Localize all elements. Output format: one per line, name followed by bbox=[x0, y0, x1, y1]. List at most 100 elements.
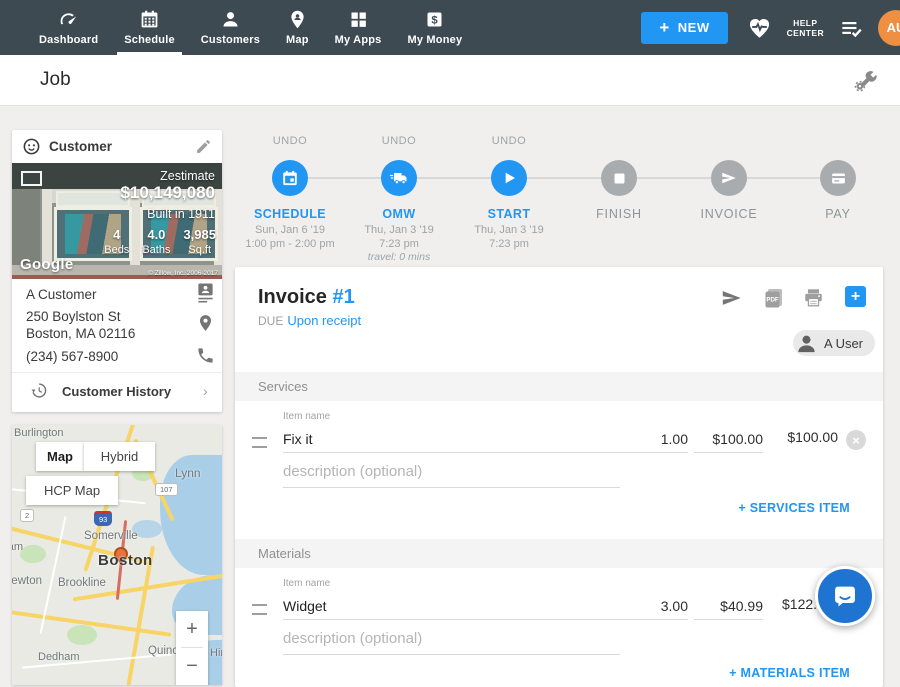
add-materials-item-link[interactable]: + MATERIALS ITEM bbox=[650, 666, 850, 680]
map-card[interactable]: Burlington Lynn 107 2 93 Somerville Walt… bbox=[12, 425, 222, 685]
invoice-step-button[interactable] bbox=[711, 160, 747, 196]
gauge-icon bbox=[58, 9, 79, 30]
map-label-dedham: Dedham bbox=[38, 651, 80, 663]
nav-map[interactable]: Map bbox=[273, 0, 322, 55]
input-underline bbox=[283, 619, 660, 620]
material-item-name-input[interactable]: Widget bbox=[283, 598, 327, 614]
start-step-button[interactable] bbox=[491, 160, 527, 196]
finish-step-button[interactable] bbox=[601, 160, 637, 196]
services-header: Services qty unit price amount bbox=[235, 372, 883, 401]
credit-card-icon bbox=[830, 170, 847, 187]
photo-frame-icon[interactable] bbox=[21, 171, 42, 186]
map-label-brookline: Brookline bbox=[58, 577, 106, 589]
undo-link[interactable]: UNDO bbox=[339, 135, 459, 149]
nav-schedule[interactable]: Schedule bbox=[111, 0, 188, 55]
job-tools-icon[interactable] bbox=[852, 68, 878, 94]
send-invoice-icon[interactable] bbox=[719, 287, 744, 309]
due-terms-link[interactable]: Upon receipt bbox=[287, 313, 361, 328]
divider bbox=[12, 372, 222, 373]
zoom-out-button[interactable]: − bbox=[176, 648, 208, 684]
route-2-shield: 2 bbox=[20, 509, 34, 522]
material-unit-price-input[interactable]: $40.99 bbox=[663, 598, 763, 614]
service-description-input[interactable]: description (optional) bbox=[283, 463, 422, 480]
map-label-newton: Newton bbox=[12, 575, 42, 587]
location-pin-icon[interactable] bbox=[196, 312, 215, 334]
chevron-right-icon[interactable]: › bbox=[203, 383, 208, 399]
zestimate-value: $10,149,080 bbox=[120, 183, 215, 203]
phone-icon[interactable] bbox=[196, 346, 215, 365]
timeline-step-start: UNDO START Thu, Jan 3 '19 7:23 pm bbox=[449, 132, 569, 251]
print-icon[interactable] bbox=[802, 287, 825, 309]
checklist-icon[interactable] bbox=[838, 15, 864, 41]
schedule-step-button[interactable] bbox=[272, 160, 308, 196]
nav-customers[interactable]: Customers bbox=[188, 0, 273, 55]
invoice-title: Invoice #1 bbox=[258, 286, 355, 309]
dollar-icon: $ bbox=[424, 9, 445, 30]
edit-pencil-icon[interactable] bbox=[195, 138, 212, 155]
input-underline bbox=[618, 452, 688, 453]
undo-link[interactable]: UNDO bbox=[230, 135, 350, 149]
add-services-item-link[interactable]: + SERVICES ITEM bbox=[650, 501, 850, 515]
nav-label: Dashboard bbox=[39, 34, 98, 46]
send-icon bbox=[720, 169, 738, 187]
property-photo: Zestimate $10,149,080 Built in 1911 4Bed… bbox=[12, 163, 222, 279]
user-avatar[interactable]: AU bbox=[878, 10, 900, 46]
pdf-icon[interactable]: PDF bbox=[762, 286, 786, 310]
assigned-user-chip[interactable]: A User bbox=[793, 330, 875, 356]
materials-header: Materials qty unit price amount bbox=[235, 539, 883, 568]
nav-label: My Money bbox=[408, 34, 463, 46]
grid-icon bbox=[348, 9, 369, 30]
built-year: Built in 1911 bbox=[147, 207, 215, 221]
timeline-step-omw: UNDO OMW Thu, Jan 3 '19 7:23 pm travel: … bbox=[339, 132, 459, 264]
nav-my-apps[interactable]: My Apps bbox=[322, 0, 395, 55]
hcp-map-button[interactable]: HCP Map bbox=[26, 476, 118, 505]
drag-handle[interactable] bbox=[252, 604, 267, 615]
chat-bubble-button[interactable] bbox=[815, 566, 875, 626]
material-description-input[interactable]: description (optional) bbox=[283, 630, 422, 647]
item-name-label: Item name bbox=[283, 411, 330, 422]
new-button[interactable]: + NEW bbox=[641, 12, 727, 44]
user-silhouette-icon bbox=[795, 332, 818, 355]
nav-dashboard[interactable]: Dashboard bbox=[26, 0, 111, 55]
contact-card-icon[interactable] bbox=[196, 282, 215, 304]
omw-step-button[interactable] bbox=[381, 160, 417, 196]
nav-my-money[interactable]: $ My Money bbox=[395, 0, 476, 55]
map-type-hybrid-button[interactable]: Hybrid bbox=[84, 442, 155, 471]
route-107-shield: 107 bbox=[155, 483, 178, 496]
remove-item-button[interactable]: × bbox=[846, 430, 866, 450]
timeline-step-pay: PAY bbox=[778, 132, 898, 221]
zillow-copyright: © Zillow, Inc. 2006-2017 bbox=[148, 270, 218, 277]
nav-label: Schedule bbox=[124, 34, 175, 46]
map-zoom-control: + − bbox=[176, 611, 208, 685]
play-icon bbox=[501, 170, 517, 186]
drag-handle[interactable] bbox=[252, 437, 267, 448]
history-icon bbox=[30, 382, 47, 399]
invoice-number: #1 bbox=[332, 286, 354, 308]
zoom-in-button[interactable]: + bbox=[176, 611, 208, 647]
plus-icon: + bbox=[659, 18, 669, 38]
customer-card-header: Customer bbox=[12, 130, 222, 164]
service-item-name-input[interactable]: Fix it bbox=[283, 431, 313, 447]
customer-history-link[interactable]: Customer History bbox=[62, 384, 171, 399]
help-center-link[interactable]: HELP CENTER bbox=[787, 18, 824, 38]
service-amount: $100.00 bbox=[748, 429, 838, 445]
input-underline bbox=[694, 452, 763, 453]
customer-address-1: 250 Boylston St bbox=[26, 309, 121, 324]
calendar-icon bbox=[139, 9, 160, 30]
customer-face-icon bbox=[22, 137, 41, 156]
person-icon bbox=[220, 9, 241, 30]
map-type-map-button[interactable]: Map bbox=[36, 442, 84, 471]
card-icon-button[interactable] bbox=[820, 160, 856, 196]
property-facts: 4Beds 4.0Baths 3,985Sq.ft bbox=[104, 227, 216, 256]
nav-label: My Apps bbox=[335, 34, 382, 46]
timeline-step-finish: FINISH bbox=[559, 132, 679, 221]
stop-icon bbox=[612, 171, 627, 186]
page-header-bar bbox=[0, 55, 900, 106]
svg-text:PDF: PDF bbox=[766, 297, 779, 304]
input-underline bbox=[283, 654, 620, 655]
top-nav: Dashboard Schedule Customers Map My Apps… bbox=[0, 0, 900, 55]
heart-pulse-icon[interactable] bbox=[746, 14, 773, 41]
undo-link[interactable]: UNDO bbox=[449, 135, 569, 149]
add-invoice-icon[interactable]: + bbox=[845, 286, 866, 307]
customer-name: A Customer bbox=[26, 287, 97, 302]
